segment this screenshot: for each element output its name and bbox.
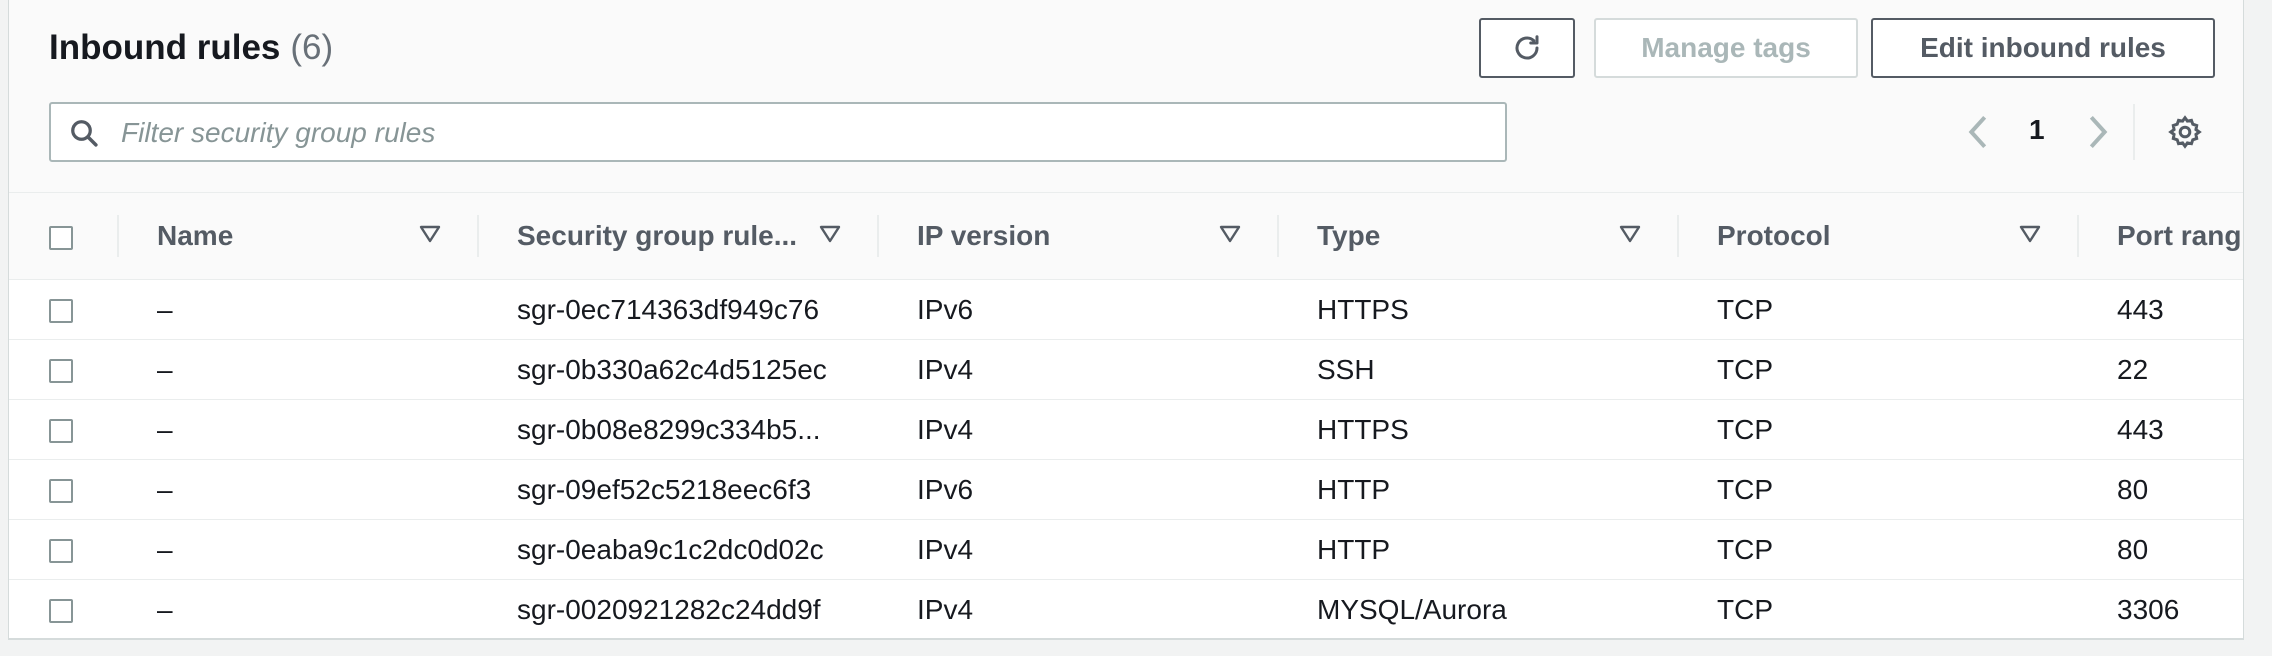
cell-ip-version: IPv4	[877, 519, 1277, 580]
row-select-cell	[9, 519, 117, 580]
gear-icon[interactable]	[2167, 114, 2203, 150]
cell-ip-version: IPv4	[877, 339, 1277, 400]
manage-tags-button[interactable]: Manage tags	[1594, 18, 1858, 78]
column-label: Name	[157, 220, 234, 251]
column-header-protocol[interactable]: Protocol	[1677, 193, 2077, 280]
row-select-cell	[9, 279, 117, 340]
cell-rule-id: sgr-0ec714363df949c76	[477, 279, 877, 340]
column-separator	[877, 215, 879, 257]
column-header-ip-version[interactable]: IP version	[877, 193, 1277, 280]
column-label: Protocol	[1717, 220, 1831, 251]
cell-port-range: 80	[2077, 459, 2243, 520]
search-box[interactable]	[49, 102, 1507, 162]
chevron-left-icon[interactable]	[1963, 112, 1993, 152]
inbound-rules-panel: Inbound rules (6) Manage tags Edit inboun…	[8, 0, 2244, 640]
row-checkbox[interactable]	[49, 599, 73, 624]
cell-type: SSH	[1277, 339, 1677, 400]
sort-down-icon[interactable]	[2019, 225, 2041, 243]
cell-protocol: TCP	[1677, 399, 2077, 460]
column-header-port-range[interactable]: Port rang	[2077, 193, 2243, 280]
sort-down-icon[interactable]	[1219, 225, 1241, 243]
cell-type: HTTP	[1277, 459, 1677, 520]
row-checkbox[interactable]	[49, 479, 73, 504]
column-label: Security group rule...	[517, 220, 798, 251]
search-input[interactable]	[119, 112, 1483, 154]
cell-rule-id: sgr-0b08e8299c334b5...	[477, 399, 877, 460]
cell-ip-version: IPv6	[877, 459, 1277, 520]
sort-down-icon[interactable]	[1619, 225, 1641, 243]
cell-name: –	[117, 279, 477, 340]
cell-type: MYSQL/Aurora	[1317, 593, 1507, 625]
column-separator	[2077, 215, 2079, 257]
panel-title: Inbound rules (6)	[49, 28, 333, 68]
cell-protocol: TCP	[1677, 459, 2077, 520]
cell-protocol: TCP	[1677, 279, 2077, 340]
row-select-cell	[9, 459, 117, 520]
column-label: Type	[1317, 220, 1381, 251]
cell-rule-id: sgr-09ef52c5218eec6f3	[477, 459, 877, 520]
cell-ip-version: IPv6	[877, 279, 1277, 340]
pager-divider	[2133, 104, 2135, 160]
title-text: Inbound rules	[49, 28, 281, 67]
row-select-cell	[9, 580, 117, 639]
table-row[interactable]: – sgr-0ec714363df949c76 IPv6 HTTPS TCP 4…	[9, 279, 2243, 340]
table-row[interactable]: – sgr-0eaba9c1c2dc0d02c IPv4 HTTP TCP 80	[9, 519, 2243, 580]
cell-rule-id: sgr-0eaba9c1c2dc0d02c	[477, 519, 877, 580]
column-header-type[interactable]: Type	[1277, 193, 1677, 280]
cell-name: –	[117, 399, 477, 460]
cell-ip-version: IPv4	[917, 593, 974, 625]
column-label: Port rang	[2117, 220, 2242, 251]
cell-name: –	[117, 459, 477, 520]
cell-name: –	[117, 519, 477, 580]
search-icon	[71, 120, 98, 147]
header-select-cell	[9, 193, 117, 280]
column-separator	[1677, 215, 1679, 257]
cell-rule-id: sgr-0020921282c24dd9f	[517, 593, 821, 625]
cell-type: HTTP	[1277, 519, 1677, 580]
cell-protocol: TCP	[1677, 519, 2077, 580]
row-checkbox[interactable]	[49, 539, 73, 564]
rule-count: (6)	[290, 28, 334, 67]
table-header-row: Name Security group rule... IP version T…	[9, 193, 2243, 280]
cell-protocol: TCP	[1677, 339, 2077, 400]
table-row[interactable]: – sgr-0020921282c24dd9f IPv4 MYSQL/Auror…	[9, 580, 2243, 639]
row-select-cell	[9, 339, 117, 400]
cell-protocol: TCP	[1717, 593, 1773, 625]
cell-port-range: 80	[2077, 519, 2243, 580]
cell-port-range: 443	[2077, 279, 2243, 340]
column-label: IP version	[917, 220, 1051, 251]
cell-name: –	[157, 593, 173, 625]
cell-port-range: 22	[2077, 339, 2243, 400]
sort-down-icon[interactable]	[819, 225, 841, 243]
cell-type: HTTPS	[1277, 399, 1677, 460]
chevron-right-icon[interactable]	[2083, 112, 2113, 152]
cell-port-range: 443	[2077, 399, 2243, 460]
page-number[interactable]: 1	[2029, 114, 2045, 146]
sort-down-icon[interactable]	[419, 225, 441, 243]
cell-ip-version: IPv4	[877, 399, 1277, 460]
row-checkbox[interactable]	[49, 359, 73, 384]
table-row[interactable]: – sgr-09ef52c5218eec6f3 IPv6 HTTP TCP 80	[9, 459, 2243, 520]
cell-rule-id: sgr-0b330a62c4d5125ec	[477, 339, 877, 400]
refresh-icon	[1515, 35, 1539, 60]
column-header-name[interactable]: Name	[117, 193, 477, 280]
select-all-checkbox[interactable]	[49, 225, 73, 250]
column-separator	[117, 215, 119, 257]
row-select-cell	[9, 399, 117, 460]
panel-header: Inbound rules (6) Manage tags Edit inboun…	[9, 0, 2243, 193]
cell-port-range: 3306	[2117, 593, 2180, 625]
cell-name: –	[117, 339, 477, 400]
column-header-rule-id[interactable]: Security group rule...	[477, 193, 877, 280]
row-checkbox[interactable]	[49, 299, 73, 324]
edit-inbound-rules-button[interactable]: Edit inbound rules	[1871, 18, 2215, 78]
column-separator	[1277, 215, 1279, 257]
table-row[interactable]: – sgr-0b08e8299c334b5... IPv4 HTTPS TCP …	[9, 399, 2243, 460]
row-checkbox[interactable]	[49, 419, 73, 444]
cell-type: HTTPS	[1277, 279, 1677, 340]
rules-table: Name Security group rule... IP version T…	[9, 193, 2243, 639]
column-separator	[477, 215, 479, 257]
refresh-button[interactable]	[1479, 18, 1575, 78]
table-row[interactable]: – sgr-0b330a62c4d5125ec IPv4 SSH TCP 22	[9, 339, 2243, 400]
